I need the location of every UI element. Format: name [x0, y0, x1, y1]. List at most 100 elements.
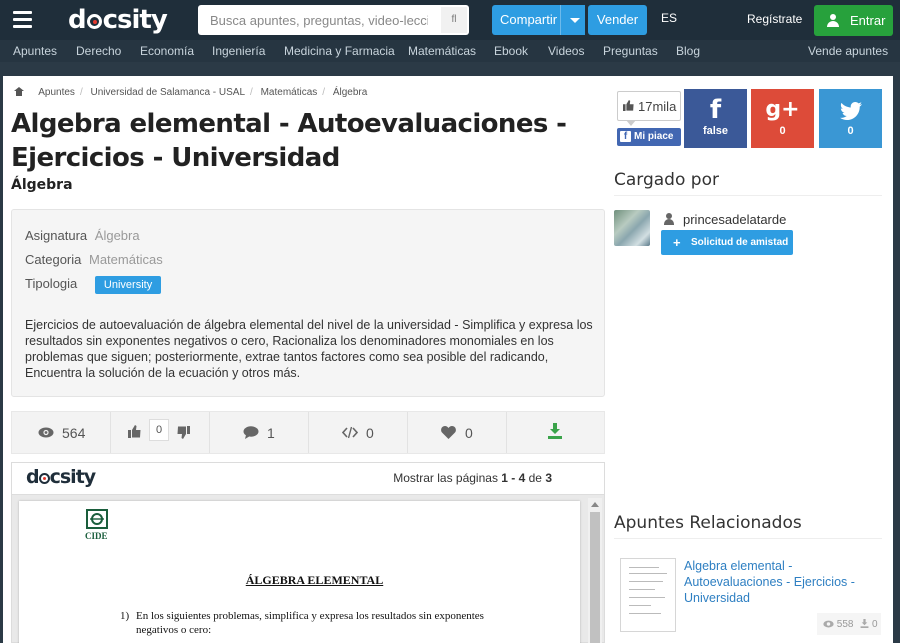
home-icon[interactable] [14, 87, 24, 96]
views-count: 564 [62, 425, 86, 441]
breadcrumb-apuntes[interactable]: Apuntes [38, 87, 75, 98]
nav-item-economia[interactable]: Economía [140, 44, 194, 58]
viewer-scrollbar[interactable] [588, 498, 602, 643]
related-thumbnail[interactable] [620, 558, 676, 632]
favorites-count: 0 [465, 425, 473, 441]
search-button[interactable]: fl [441, 7, 467, 33]
download-stat[interactable] [507, 412, 604, 453]
scroll-thumb[interactable] [590, 512, 600, 643]
breadcrumb-university[interactable]: Universidad de Salamanca - USAL [91, 87, 246, 98]
page-question-number: 1) [120, 610, 130, 622]
views-stat: 564 [12, 412, 111, 453]
embed-count: 0 [366, 425, 374, 441]
divider [614, 538, 882, 539]
sell-notes-link[interactable]: Vende apuntes [808, 44, 888, 58]
nav-item-ingenieria[interactable]: Ingeniería [212, 44, 265, 58]
pages-total: 3 [545, 471, 552, 485]
cide-logo-icon [86, 509, 108, 529]
breadcrumb: Apuntes / Universidad de Salamanca - USAL… [14, 86, 367, 98]
eye-icon [823, 620, 834, 628]
breadcrumb-subject[interactable]: Álgebra [333, 87, 367, 98]
download-icon[interactable] [547, 423, 563, 439]
share-label: Compartir [500, 12, 558, 27]
tipologia-row: Tipologia University [25, 276, 162, 294]
tipologia-badge[interactable]: University [94, 276, 162, 294]
facebook-share-button[interactable]: f false [684, 89, 747, 148]
categoria-row: Categoria Matemáticas [25, 252, 163, 267]
comment-icon [243, 426, 259, 439]
thumbs-up-icon[interactable] [128, 425, 141, 438]
document-description: Ejercicios de autoevaluación de álgebra … [25, 318, 593, 380]
pages-range: 1 - 4 [501, 471, 526, 485]
nav-item-ebook[interactable]: Ebook [494, 44, 528, 58]
twitter-share-button[interactable]: 0 [819, 89, 882, 148]
google-plus-icon: g+ [765, 97, 800, 122]
related-downloads: 0 [872, 619, 878, 630]
uploader-section-title: Cargado por [614, 170, 719, 190]
menu-icon[interactable] [13, 11, 32, 28]
document-page: CIDE ÁLGEBRA ELEMENTAL 1) En los siguien… [19, 501, 580, 643]
google-plus-share-button[interactable]: g+ 0 [751, 89, 814, 148]
comments-stat[interactable]: 1 [210, 412, 309, 453]
chevron-down-icon [570, 18, 580, 23]
language-selector[interactable]: ES [661, 11, 677, 25]
nav-item-matematicas[interactable]: Matemáticas [408, 44, 476, 58]
register-link[interactable]: Regístrate [747, 12, 802, 26]
friend-request-button[interactable]: + Solicitud de amistad [661, 230, 793, 255]
plus-icon: + [673, 235, 681, 250]
facebook-share-count: false [702, 125, 729, 137]
login-label: Entrar [850, 13, 886, 28]
page-title: Algebra elemental - Autoevaluaciones - E… [11, 109, 567, 173]
nav-item-blog[interactable]: Blog [676, 44, 700, 58]
uploader-name: princesadelatarde [683, 212, 787, 227]
fb-like-label: Mi piace [634, 131, 674, 142]
thumbs-down-icon[interactable] [177, 426, 190, 439]
page-header-text: CIDE [85, 531, 108, 541]
nav-item-videos[interactable]: Videos [548, 44, 584, 58]
user-icon [664, 213, 675, 225]
docsity-logo[interactable]: d csity [68, 5, 168, 35]
user-icon [827, 14, 839, 27]
avatar[interactable] [614, 210, 650, 246]
vote-stat: 0 [111, 412, 210, 453]
thumbs-up-icon [623, 100, 634, 111]
vote-count: 0 [149, 419, 169, 441]
like-counter: 17mila [617, 91, 681, 126]
categoria-value[interactable]: Matemáticas [89, 252, 163, 267]
divider [614, 195, 882, 196]
categoria-label: Categoria [25, 252, 82, 267]
related-item-stats: 558 0 [817, 613, 881, 635]
scroll-up-icon[interactable] [591, 502, 599, 507]
like-count: 17mila [638, 99, 677, 114]
document-viewer: d csity Mostrar las páginas 1 - 4 de 3 CI… [11, 462, 605, 643]
asignatura-value[interactable]: Álgebra [95, 228, 140, 243]
share-button[interactable]: Compartir [492, 5, 585, 35]
docsity-viewer-logo: d csity [26, 466, 96, 488]
nav-item-derecho[interactable]: Derecho [76, 44, 121, 58]
page-indicator: Mostrar las páginas 1 - 4 de 3 [393, 471, 552, 485]
document-subject: Álgebra [11, 177, 73, 193]
stats-bar: 564 0 1 0 0 [11, 411, 605, 454]
search-input[interactable] [198, 5, 440, 35]
code-icon [342, 426, 358, 439]
download-icon [860, 619, 869, 628]
asignatura-row: Asignatura Álgebra [25, 228, 140, 243]
embed-stat[interactable]: 0 [309, 412, 408, 453]
login-button[interactable]: Entrar [814, 5, 893, 36]
tipologia-label: Tipologia [25, 276, 78, 291]
favorites-stat[interactable]: 0 [408, 412, 507, 453]
nav-item-preguntas[interactable]: Preguntas [603, 44, 658, 58]
asignatura-label: Asignatura [25, 228, 88, 243]
related-section-title: Apuntes Relacionados [614, 513, 802, 533]
facebook-like-button[interactable]: f Mi piace [617, 128, 681, 146]
nav-item-medicina[interactable]: Medicina y Farmacia [284, 44, 395, 58]
page-heading: ÁLGEBRA ELEMENTAL [245, 573, 384, 587]
uploader-link[interactable]: princesadelatarde [664, 212, 786, 227]
related-views: 558 [836, 619, 854, 630]
info-box: Asignatura Álgebra Categoria Matemáticas… [11, 209, 605, 397]
related-item-title[interactable]: Algebra elemental - Autoevaluaciones - E… [684, 558, 874, 606]
nav-item-apuntes[interactable]: Apuntes [13, 44, 57, 58]
breadcrumb-category[interactable]: Matemáticas [261, 87, 318, 98]
sell-button[interactable]: Vender [588, 5, 647, 35]
page-question-line: En los siguientes problemas, simplifica … [136, 610, 484, 622]
